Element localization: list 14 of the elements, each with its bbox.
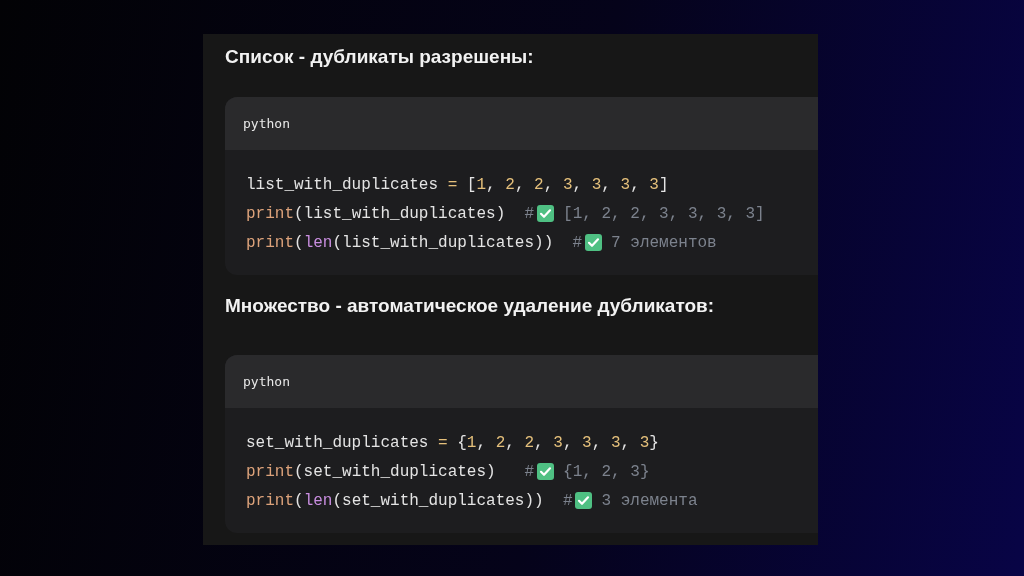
section-heading: Множество - автоматическое удаление дубликатов: <box>225 294 716 318</box>
comment-text: 3 элемента <box>601 491 698 510</box>
section-heading: Список - дубликаты разрешены: <box>225 45 535 69</box>
code-text: print(set_with_duplicates) # <box>246 462 535 481</box>
code-text: set_with_duplicates = {1, 2, 2, 3, 3, 3, 3} <box>246 433 659 452</box>
language-label: python <box>243 374 290 389</box>
code-text: print(len(set_with_duplicates)) # <box>246 491 573 510</box>
comment-text: 7 элементов <box>611 233 717 252</box>
language-label: python <box>243 116 290 131</box>
code-text: print(len(list_with_duplicates)) # <box>246 233 583 252</box>
code-text: list_with_duplicates = [1, 2, 2, 3, 3, 3, 3] <box>246 175 669 194</box>
code-text: print(list_with_duplicates) # <box>246 204 535 223</box>
comment-text: {1, 2, 3} <box>563 462 650 481</box>
comment-text: [1, 2, 2, 3, 3, 3, 3] <box>563 204 765 223</box>
